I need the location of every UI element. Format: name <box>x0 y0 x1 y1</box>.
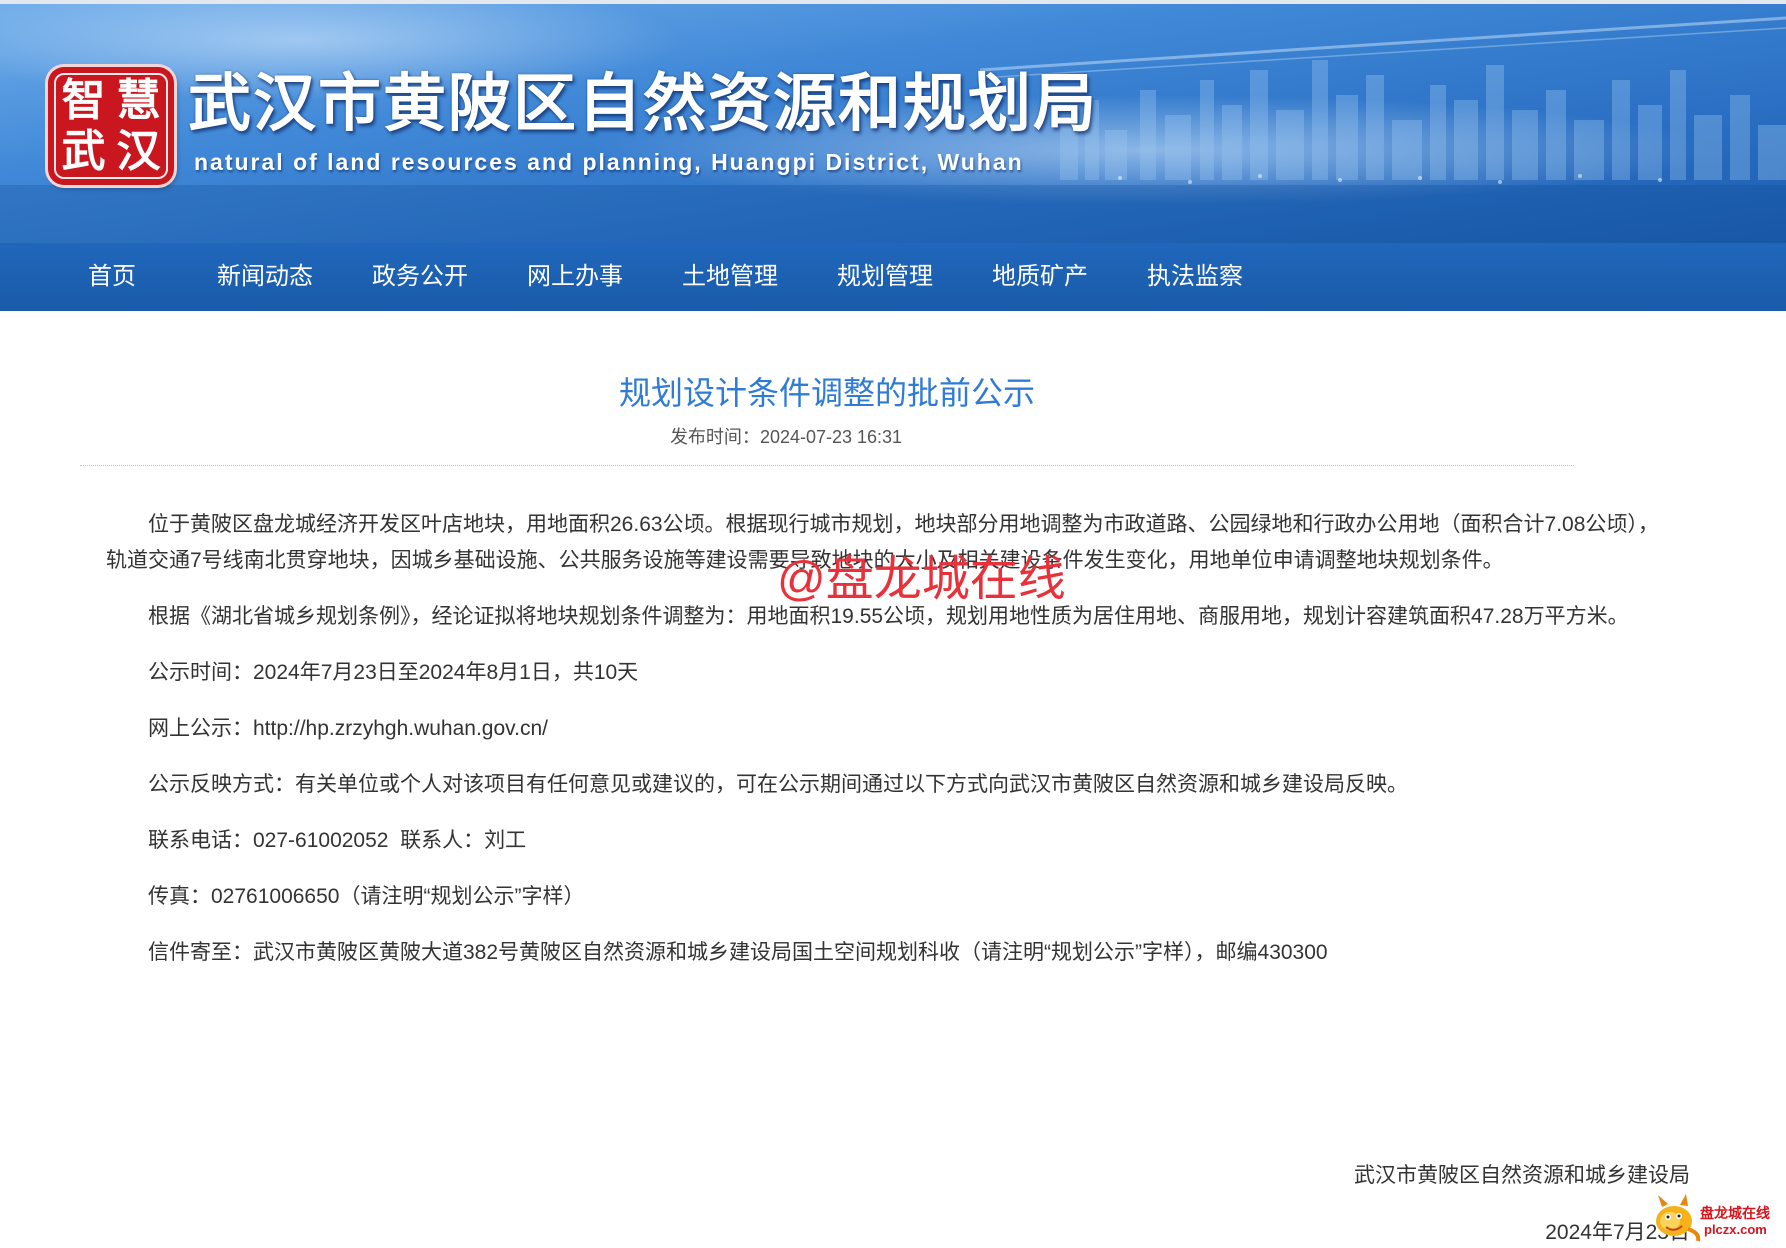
site-header: 智 慧 武 汉 武汉市黄陂区自然资源和规划局 natural of land r… <box>0 0 1786 243</box>
badge-site-domain: plczx.com <box>1704 1222 1767 1237</box>
nav-item-online-services[interactable]: 网上办事 <box>527 243 682 311</box>
publish-time: 发布时间：2024-07-23 16:31 <box>80 425 1574 449</box>
site-logo-seal[interactable]: 智 慧 武 汉 <box>48 67 174 185</box>
article-header: 规划设计条件调整的批前公示 发布时间：2024-07-23 16:31 <box>80 373 1574 466</box>
paragraph-online-notice: 网上公示：http://hp.zrzyhgh.wuhan.gov.cn/ <box>148 717 548 740</box>
paragraph-fax: 传真：02761006650（请注明“规划公示”字样） <box>148 885 585 908</box>
main-nav: 首页 新闻动态 政务公开 网上办事 土地管理 规划管理 地质矿产 执法监察 <box>0 243 1786 311</box>
dragon-mascot-icon <box>1656 1194 1701 1242</box>
article-title: 规划设计条件调整的批前公示 <box>618 375 1035 411</box>
seal-inner: 智 慧 武 汉 <box>54 73 168 179</box>
nav-item-planning-management[interactable]: 规划管理 <box>837 243 992 311</box>
paragraph-notice-period: 公示时间：2024年7月23日至2024年8月1日，共10天 <box>148 661 639 684</box>
site-badge: 盘龙城在线 plczx.com <box>1648 1191 1780 1245</box>
signature-organization: 武汉市黄陂区自然资源和城乡建设局 <box>1354 1164 1690 1187</box>
seal-char: 智 <box>61 74 106 126</box>
site-title: 武汉市黄陂区自然资源和规划局 <box>188 66 1098 140</box>
paragraph-mail-address: 信件寄至：武汉市黄陂区黄陂大道382号黄陂区自然资源和城乡建设局国土空间规划科收… <box>148 941 1328 964</box>
watermark-text: @盘龙城在线 <box>777 553 1066 606</box>
nav-item-home[interactable]: 首页 <box>88 243 217 311</box>
seal-char: 慧 <box>116 74 161 126</box>
publish-time-label: 发布时间： <box>669 427 760 447</box>
seal-char: 武 <box>61 125 106 177</box>
seal-char: 汉 <box>116 125 161 177</box>
nav-item-land-management[interactable]: 土地管理 <box>682 243 837 311</box>
nav-item-law-enforcement[interactable]: 执法监察 <box>1147 243 1302 311</box>
top-strip <box>0 0 1786 4</box>
paragraph-contact-phone: 联系电话：027-61002052 联系人：刘工 <box>148 829 527 852</box>
nav-item-government-affairs[interactable]: 政务公开 <box>372 243 527 311</box>
site-subtitle: natural of land resources and planning, … <box>194 149 1024 175</box>
publish-time-value: 2024-07-23 16:31 <box>759 427 903 447</box>
paragraph-feedback-method: 公示反映方式：有关单位或个人对该项目有任何意见或建议的，可在公示期间通过以下方式… <box>148 773 1408 796</box>
dotted-divider <box>80 465 1574 466</box>
badge-site-name: 盘龙城在线 <box>1700 1205 1770 1221</box>
nav-item-geology-minerals[interactable]: 地质矿产 <box>992 243 1147 311</box>
nav-item-news[interactable]: 新闻动态 <box>217 243 372 311</box>
